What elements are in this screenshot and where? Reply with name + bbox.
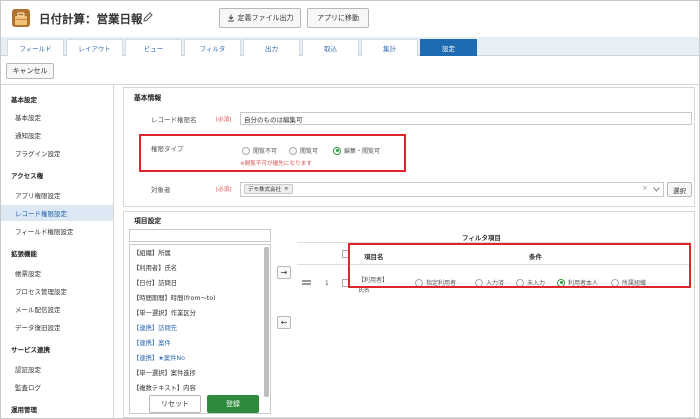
sidebar-section-services: サービス連携 <box>11 346 50 354</box>
tab-fields[interactable]: フィールド <box>7 39 64 56</box>
go-to-app-button[interactable]: アプリに移動 <box>307 8 369 28</box>
sidebar-item-field-permissions[interactable]: フィールド権限設定 <box>1 223 113 239</box>
sidebar-item-forms[interactable]: 帳票設定 <box>1 265 113 281</box>
scrollbar[interactable] <box>264 247 269 397</box>
export-definition-button[interactable]: 定義ファイル出力 <box>219 8 301 28</box>
list-item[interactable]: 【時間期間】時間(from〜to) <box>130 290 260 305</box>
sidebar-item-plugins[interactable]: プラグイン設定 <box>1 145 113 161</box>
sidebar-item-auth[interactable]: 認証設定 <box>1 361 113 377</box>
sidebar-item-record-permissions[interactable]: レコード権限設定 <box>1 205 113 221</box>
select-target-button[interactable]: 選択 <box>667 182 692 197</box>
highlight-box <box>348 243 691 288</box>
download-icon <box>227 14 234 22</box>
record-permission-name-label: レコード権限名 <box>151 116 197 124</box>
header: 日付計算：営業日報 定義ファイル出力 アプリに移動 <box>1 1 699 36</box>
sidebar-section-access: アクセス権 <box>11 172 44 180</box>
target-tag: デモ株式会社 × <box>244 184 293 194</box>
list-item[interactable]: 【連携】★案件No <box>130 350 260 365</box>
target-label: 対象者 <box>151 186 171 194</box>
filter-table-title: フィルタ項目 <box>462 234 501 242</box>
sidebar-item-mail[interactable]: メール配信設定 <box>1 301 113 317</box>
export-definition-label: 定義ファイル出力 <box>237 14 294 22</box>
field-search-input[interactable] <box>129 229 271 242</box>
sidebar-item-audit-log[interactable]: 監査ログ <box>1 379 113 395</box>
chevron-down-icon[interactable] <box>653 187 660 192</box>
sidebar-section-basic: 基本設定 <box>11 96 37 104</box>
cancel-button[interactable]: キャンセル <box>6 63 54 79</box>
tab-settings[interactable]: 設定 <box>420 39 477 56</box>
tab-filters[interactable]: フィルタ <box>184 39 241 56</box>
row-number: 1 <box>325 280 329 287</box>
tab-output[interactable]: 出力 <box>243 39 300 56</box>
list-item[interactable]: 【単一選択】案件進捗 <box>130 365 260 380</box>
target-select[interactable] <box>240 182 664 197</box>
required-badge: [必須] <box>216 117 232 123</box>
required-badge: [必須] <box>216 187 232 193</box>
tab-views[interactable]: ビュー <box>125 39 182 56</box>
reset-button[interactable]: リセット <box>149 395 201 413</box>
field-list: 【組織】所属 【利用者】氏名 【日付】訪問日 【時間期間】時間(from〜to)… <box>129 244 271 414</box>
sidebar-item-app-permissions[interactable]: アプリ権限設定 <box>1 187 113 203</box>
pencil-icon[interactable] <box>142 11 154 23</box>
sidebar: 基本設定 基本設定 通知設定 プラグイン設定 アクセス権 アプリ権限設定 レコー… <box>1 85 114 418</box>
tab-bar: フィールド レイアウト ビュー フィルタ 出力 取込 集計 設定 <box>1 37 699 56</box>
sidebar-item-process[interactable]: プロセス管理設定 <box>1 283 113 299</box>
tab-import[interactable]: 取込 <box>302 39 359 56</box>
sidebar-item-basic-settings[interactable]: 基本設定 <box>1 109 113 125</box>
remove-field-button[interactable]: ← <box>277 316 291 329</box>
list-item[interactable]: 【単一選択】作業区分 <box>130 305 260 320</box>
list-item[interactable]: 【連携】案件 <box>130 335 260 350</box>
list-item[interactable]: 【日付】訪問日 <box>130 275 260 290</box>
tab-aggregate[interactable]: 集計 <box>361 39 418 56</box>
sidebar-item-data-recovery[interactable]: データ復旧設定 <box>1 319 113 335</box>
tag-remove-icon[interactable]: × <box>284 186 289 192</box>
basic-info-title: 基本情報 <box>134 94 162 102</box>
list-item[interactable]: 【連携】訪問先 <box>130 320 260 335</box>
add-field-button[interactable]: → <box>277 266 291 279</box>
target-tag-label: デモ株式会社 <box>248 187 282 193</box>
sidebar-section-extensions: 拡張機能 <box>11 250 37 258</box>
page-title: 日付計算：営業日報 <box>39 12 143 26</box>
list-item[interactable]: 【組織】所属 <box>130 245 260 260</box>
sidebar-section-operations: 運用管理 <box>11 406 37 414</box>
item-settings-title: 項目設定 <box>134 217 162 225</box>
list-item[interactable]: 【複数テキスト】内容 <box>130 380 260 395</box>
drag-handle-icon[interactable] <box>302 280 311 285</box>
highlight-box <box>139 134 406 172</box>
tab-layout[interactable]: レイアウト <box>66 39 123 56</box>
briefcase-icon <box>12 9 30 27</box>
save-button[interactable]: 登録 <box>207 395 259 413</box>
clear-icon[interactable]: × <box>642 184 648 192</box>
list-item[interactable]: 【利用者】氏名 <box>130 260 260 275</box>
sidebar-item-notifications[interactable]: 通知設定 <box>1 127 113 143</box>
record-permission-name-input[interactable]: 自分のものは編集可 <box>240 112 692 125</box>
